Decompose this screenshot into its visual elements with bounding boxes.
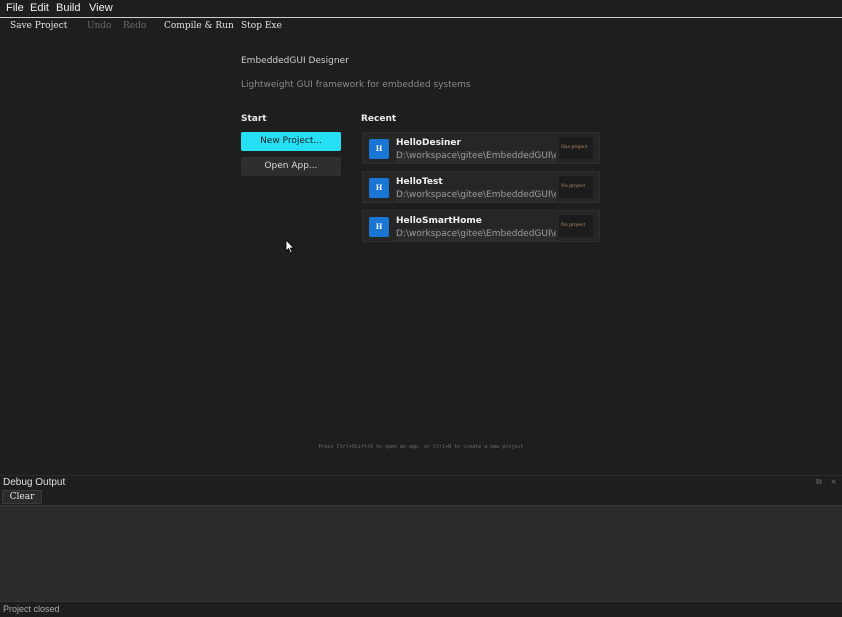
- close-panel-icon[interactable]: ×: [830, 477, 837, 486]
- menu-bar: File Edit Build View: [0, 0, 842, 18]
- open-app-button[interactable]: Open App...: [241, 157, 341, 176]
- recent-project-name: HelloDesiner: [396, 138, 461, 148]
- project-icon: H: [369, 178, 389, 198]
- project-icon: H: [369, 217, 389, 237]
- welcome-subtitle: Lightweight GUI framework for embedded s…: [241, 80, 471, 90]
- recent-project-name: HelloSmartHome: [396, 216, 482, 226]
- menu-build[interactable]: Build: [56, 2, 80, 14]
- start-heading: Start: [241, 114, 267, 124]
- recent-project-item[interactable]: H HelloDesiner D:\workspace\gitee\Embedd…: [362, 132, 600, 164]
- recent-project-path: D:\workspace\gitee\EmbeddedGUI\example\H…: [396, 229, 556, 241]
- keyboard-hint: Press Ctrl+Shift+O to open an app, or Ct…: [318, 444, 524, 450]
- undo-button[interactable]: Undo: [87, 21, 112, 31]
- recent-heading: Recent: [361, 114, 397, 124]
- debug-output-header: Debug Output ⧉ ×: [0, 475, 842, 489]
- mouse-cursor-icon: [285, 239, 295, 254]
- welcome-title: EmbeddedGUI Designer: [241, 56, 349, 66]
- clear-button[interactable]: Clear: [2, 490, 42, 504]
- menu-edit[interactable]: Edit: [30, 2, 49, 14]
- recent-project-item[interactable]: H HelloSmartHome D:\workspace\gitee\Embe…: [362, 210, 600, 242]
- recent-project-name: HelloTest: [396, 177, 443, 187]
- compile-run-button[interactable]: Compile & Run: [164, 21, 234, 31]
- status-bar: Project closed: [0, 601, 842, 617]
- menu-view[interactable]: View: [89, 2, 113, 14]
- recent-project-path: D:\workspace\gitee\EmbeddedGUI\example\H…: [396, 190, 556, 202]
- project-icon: H: [369, 139, 389, 159]
- debug-output-title: Debug Output: [3, 477, 66, 488]
- new-project-button[interactable]: New Project...: [241, 132, 341, 151]
- menu-file[interactable]: File: [6, 2, 24, 14]
- status-text: Project closed: [3, 604, 60, 614]
- debug-panel-controls: ⧉ ×: [816, 477, 837, 487]
- float-panel-icon[interactable]: ⧉: [816, 477, 822, 486]
- toolbar: Save Project Undo Redo Compile & Run Sto…: [0, 19, 842, 35]
- stop-exe-button[interactable]: Stop Exe: [241, 21, 282, 31]
- recent-project-path: D:\workspace\gitee\EmbeddedGUI\example\H…: [396, 151, 556, 163]
- recent-project-status: Has project: [559, 137, 593, 159]
- debug-output-area[interactable]: [0, 505, 842, 601]
- recent-project-status: No project: [559, 215, 593, 237]
- save-project-button[interactable]: Save Project: [10, 21, 67, 31]
- recent-project-item[interactable]: H HelloTest D:\workspace\gitee\EmbeddedG…: [362, 171, 600, 203]
- redo-button[interactable]: Redo: [123, 21, 146, 31]
- recent-project-status: No project: [559, 176, 593, 198]
